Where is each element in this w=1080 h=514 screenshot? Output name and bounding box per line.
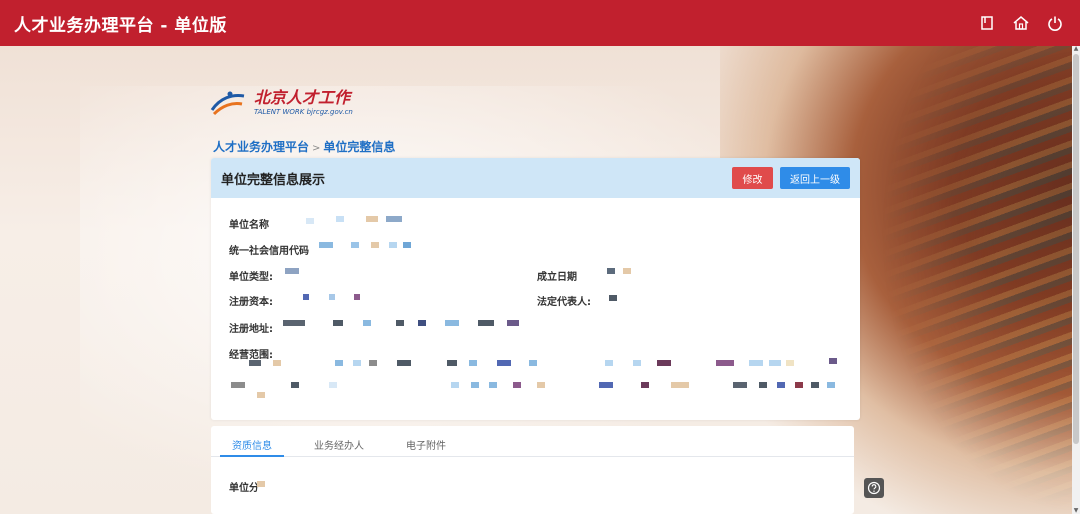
field-label-business-scope: 经营范围: bbox=[229, 350, 273, 361]
tab-bar: 资质信息 业务经办人 电子附件 bbox=[211, 426, 854, 457]
app-title: 人才业务办理平台 - 单位版 bbox=[14, 15, 227, 36]
field-label-legal-representative: 法定代表人: bbox=[537, 297, 591, 308]
field-label-unit-type: 单位类型: bbox=[229, 272, 273, 283]
panel-header: 单位完整信息展示 修改 返回上一级 bbox=[211, 158, 860, 198]
panel-body: 单位名称 统一社会信用代码 单位类型: 成立日期 注册资本: 法定代表人: 注册… bbox=[211, 198, 860, 420]
field-label-unit-category: 单位分 bbox=[229, 483, 259, 494]
scroll-up-arrow-icon[interactable]: ▲ bbox=[1073, 46, 1079, 52]
tab-electronic-attachments[interactable]: 电子附件 bbox=[394, 426, 458, 457]
logo-title: 北京人才工作 bbox=[254, 88, 351, 107]
tab-qualification-info[interactable]: 资质信息 bbox=[220, 426, 284, 457]
field-label-established-date: 成立日期 bbox=[537, 272, 577, 283]
unit-info-panel: 单位完整信息展示 修改 返回上一级 单位名称 统一社会信用代码 单位类型: 成立… bbox=[211, 158, 860, 420]
breadcrumb-root-link[interactable]: 人才业务办理平台 bbox=[213, 140, 309, 154]
home-icon[interactable] bbox=[1010, 12, 1032, 34]
bookmark-icon[interactable] bbox=[976, 12, 998, 34]
vertical-scrollbar[interactable]: ▲ ▼ bbox=[1072, 46, 1080, 514]
temple-eaves-decoration bbox=[880, 46, 1080, 514]
breadcrumb-current: 单位完整信息 bbox=[323, 140, 396, 154]
breadcrumb-separator: > bbox=[312, 143, 321, 154]
logo-swoosh-icon bbox=[210, 91, 245, 116]
tab-content: 单位分 bbox=[211, 457, 854, 514]
back-button[interactable]: 返回上一级 bbox=[780, 167, 850, 189]
tabs-panel: 资质信息 业务经办人 电子附件 单位分 bbox=[211, 426, 854, 514]
field-label-registered-address: 注册地址: bbox=[229, 324, 273, 335]
field-label-registered-capital: 注册资本: bbox=[229, 297, 273, 308]
beijing-talent-logo: 北京人才工作 TALENT WORK bjrcgz.gov.cn bbox=[210, 82, 410, 124]
tab-business-handler[interactable]: 业务经办人 bbox=[302, 426, 376, 457]
topbar-actions bbox=[976, 12, 1066, 34]
edit-button[interactable]: 修改 bbox=[732, 167, 773, 189]
redacted-unit-category bbox=[257, 481, 265, 487]
help-icon[interactable] bbox=[864, 478, 884, 498]
logo-subtitle: TALENT WORK bjrcgz.gov.cn bbox=[254, 108, 353, 116]
power-icon[interactable] bbox=[1044, 12, 1066, 34]
panel-title: 单位完整信息展示 bbox=[221, 172, 326, 188]
field-label-unit-name: 单位名称 bbox=[229, 220, 269, 231]
top-bar: 人才业务办理平台 - 单位版 bbox=[0, 0, 1080, 46]
scroll-down-arrow-icon[interactable]: ▼ bbox=[1073, 508, 1079, 514]
scrollbar-thumb[interactable] bbox=[1073, 54, 1079, 444]
field-label-credit-code: 统一社会信用代码 bbox=[229, 246, 309, 257]
breadcrumb: 人才业务办理平台 > 单位完整信息 bbox=[213, 138, 395, 155]
